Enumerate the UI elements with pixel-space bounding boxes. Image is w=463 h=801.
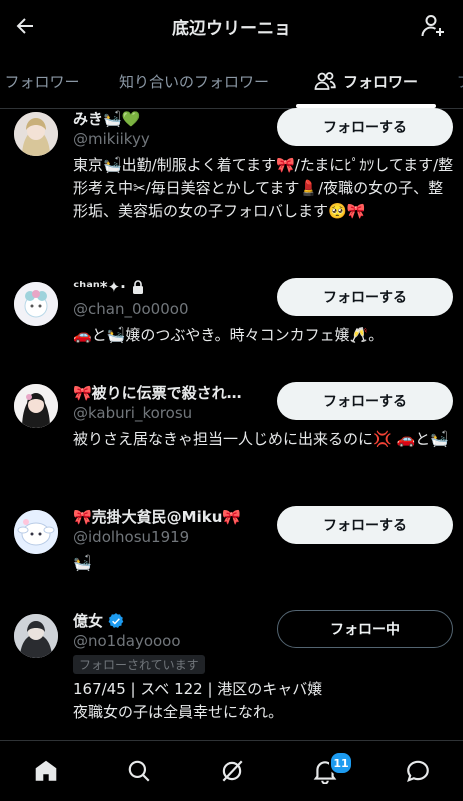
follow-button[interactable]: フォローする — [277, 278, 453, 316]
tab-bar: フォロワー 知り合いのフォロワー フォロワー フ — [0, 54, 463, 109]
header: 底辺ウリーニョ — [0, 0, 463, 54]
avatar[interactable] — [14, 112, 58, 156]
avatar[interactable] — [14, 282, 58, 326]
tab-overflow[interactable]: フ — [454, 54, 463, 108]
follow-button[interactable]: フォローする — [277, 382, 453, 420]
list-item[interactable]: みき🛀💚 @mikiikyy フォローする 東京🛀出勤/制服よく着てます🎀/たま… — [0, 108, 463, 268]
follow-button[interactable]: フォローする — [277, 108, 453, 146]
user-name: 🎀売掛大貧民@Miku🎀 — [73, 508, 242, 526]
user-handle: @chan_0o00o0 — [73, 300, 189, 318]
bottom-nav: 11 — [0, 740, 463, 801]
nav-messages[interactable] — [402, 755, 434, 787]
user-bio: 🚗と🛀嬢のつぶやき。時々コンカフェ嬢🥂。 — [73, 326, 384, 344]
add-user-icon — [421, 15, 444, 37]
follows-you-badge: フォローされています — [73, 655, 205, 674]
tab-following[interactable]: フォロワー — [296, 54, 436, 108]
user-handle: @idolhosu1919 — [73, 528, 190, 546]
notification-count-badge: 11 — [329, 751, 353, 775]
tab-label: 知り合いのフォロワー — [118, 72, 269, 91]
list-item[interactable]: 🎀被りに伝票で殺され… @kaburi_korosu フォローする 被りさえ居な… — [0, 382, 463, 502]
verified-badge-icon — [108, 612, 124, 628]
user-bio: 東京🛀出勤/制服よく着てます🎀/たまにﾋﾟｶﾂしてます/整形考え中✂︎/毎日美容… — [73, 156, 454, 220]
search-icon — [128, 760, 150, 782]
list-item[interactable]: 億女 @no1dayoooo フォロー中 フォローされています 167/45 |… — [0, 610, 463, 740]
user-name: 🎀被りに伝票で殺され… — [73, 384, 242, 402]
home-icon — [35, 760, 57, 781]
nav-home[interactable] — [30, 755, 62, 787]
nav-grok[interactable] — [216, 755, 248, 787]
user-bio: 167/45 | スベ 122 | 港区のキャバ嬢 夜職女の子は全員幸せになれ。 — [73, 680, 323, 721]
list-item[interactable]: ᶜʰᵃⁿ*✦· @chan_0o00o0 フォローする 🚗と🛀嬢のつぶやき。時々… — [0, 278, 463, 378]
user-list: みき🛀💚 @mikiikyy フォローする 東京🛀出勤/制服よく着てます🎀/たま… — [0, 108, 463, 740]
tab-followers[interactable]: フォロワー — [0, 54, 88, 108]
lock-icon — [132, 280, 143, 294]
user-name-text: ᶜʰᵃⁿ*✦· — [73, 278, 126, 296]
user-name: 億女 — [73, 610, 125, 631]
user-handle: @no1dayoooo — [73, 632, 181, 650]
user-name: ᶜʰᵃⁿ*✦· — [73, 278, 144, 296]
grok-icon — [222, 760, 243, 782]
avatar[interactable] — [14, 614, 58, 658]
page-title: 底辺ウリーニョ — [172, 19, 291, 39]
user-name: みき🛀💚 — [73, 110, 141, 128]
follow-button[interactable]: フォローする — [277, 506, 453, 544]
following-button[interactable]: フォロー中 — [277, 610, 453, 648]
tab-label: フォロワー — [4, 72, 80, 91]
message-icon — [407, 760, 429, 783]
list-item[interactable]: 🎀売掛大貧民@Miku🎀 @idolhosu1919 フォローする 🛀 — [0, 506, 463, 594]
nav-search[interactable] — [123, 755, 155, 787]
user-bio: 被りさえ居なきゃ担当一人じめに出来るのに💢 🚗と🛀 — [73, 430, 449, 448]
user-handle: @kaburi_korosu — [73, 404, 193, 422]
tab-followers-you-know[interactable]: 知り合いのフォロワー — [108, 54, 280, 108]
people-icon — [314, 71, 336, 91]
avatar[interactable] — [14, 384, 58, 428]
user-name-text: 億女 — [73, 612, 104, 630]
user-handle: @mikiikyy — [73, 130, 150, 148]
add-user-button[interactable] — [417, 10, 449, 42]
avatar[interactable] — [14, 510, 58, 554]
user-bio: 🛀 — [73, 554, 92, 572]
tab-label: フォロワー — [342, 72, 418, 91]
